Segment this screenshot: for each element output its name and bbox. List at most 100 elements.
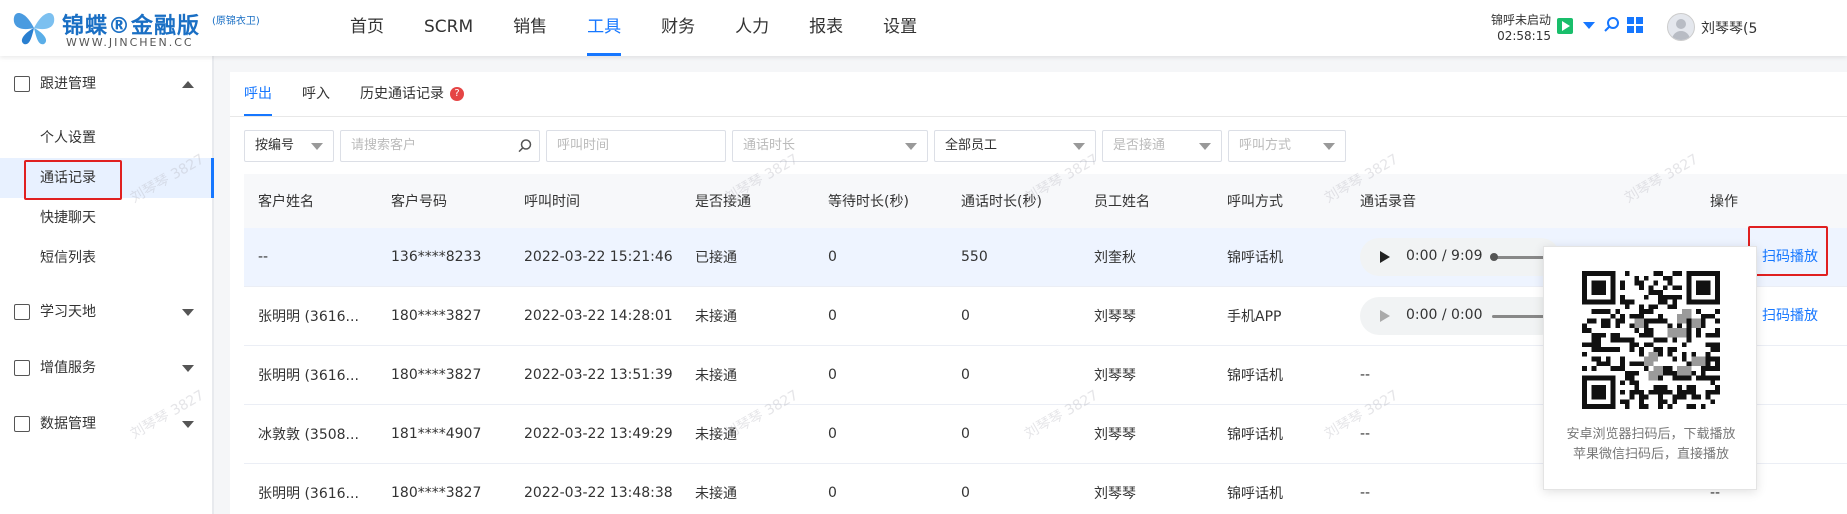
help-icon[interactable]: ? (450, 87, 464, 101)
play-icon[interactable] (1380, 310, 1390, 322)
customer-search-placeholder: 请搜索客户 (351, 138, 417, 153)
tab-outbound[interactable]: 呼出 (244, 72, 272, 116)
play-icon[interactable] (1380, 251, 1390, 263)
tab-inbound[interactable]: 呼入 (302, 72, 330, 116)
qr-code-icon (1582, 271, 1720, 409)
cell-phone: 180****3827 (391, 485, 482, 501)
apps-grid-icon[interactable] (1627, 17, 1643, 33)
column-header: 呼叫时间 (524, 194, 580, 210)
scan-play-link[interactable]: 扫码播放 (1762, 305, 1818, 325)
cell-call-time: 2022-03-22 14:28:01 (524, 308, 673, 324)
cell-duration: 0 (961, 308, 970, 324)
tab-bar: 呼出 呼入 历史通话记录? (244, 72, 494, 116)
cell-customer-name: 冰敦敦 (3508... (258, 427, 359, 443)
sidebar: 跟进管理 个人设置 通话记录 快捷聊天 短信列表 学习天地 增值服务 数据管理 (0, 56, 214, 514)
audio-player[interactable]: 0:00 / 9:09 (1360, 238, 1560, 276)
nav-tools[interactable]: 工具 (567, 0, 641, 56)
nav-finance[interactable]: 财务 (641, 0, 715, 56)
qr-popup: 安卓浏览器扫码后，下载播放 苹果微信扫码后，直接播放 (1543, 246, 1757, 490)
cell-employee: 刘奎秋 (1094, 250, 1136, 266)
employee-select[interactable]: 全部员工 (934, 130, 1096, 162)
popup-line-android: 安卓浏览器扫码后，下载播放 (1566, 427, 1736, 442)
sidebar-group-value-added[interactable]: 增值服务 (0, 340, 212, 396)
highlight-box-scan-play (1748, 226, 1828, 276)
document-icon (14, 76, 30, 92)
call-time-placeholder: 呼叫时间 (557, 138, 610, 153)
sidebar-group-label: 跟进管理 (40, 76, 96, 92)
cell-call-mode: 手机APP (1227, 309, 1282, 325)
search-icon[interactable] (1603, 16, 1621, 34)
cell-phone: 180****3827 (391, 367, 482, 383)
start-call-icon[interactable] (1557, 18, 1573, 34)
logo[interactable]: 锦蝶®金融版 (原锦衣卫) WWW.JINCHEN.CC (10, 6, 260, 50)
audio-time: 0:00 / 0:00 (1406, 307, 1483, 323)
header-tools: 锦呼未启动 02:58:15 刘琴琴(5 (1457, 0, 1847, 56)
call-status-time: 02:58:15 (1497, 29, 1551, 43)
cell-call-time: 2022-03-22 13:49:29 (524, 426, 673, 442)
sidebar-item-sms-list[interactable]: 短信列表 (0, 238, 212, 278)
cell-call-time: 2022-03-22 13:48:38 (524, 485, 673, 501)
cell-customer-name: -- (258, 249, 269, 265)
column-header: 是否接通 (695, 194, 751, 210)
cell-customer-name: 张明明 (3616... (258, 309, 359, 325)
cell-duration: 0 (961, 485, 970, 501)
duration-select[interactable]: 通话时长 (732, 130, 928, 162)
cell-employee: 刘琴琴 (1094, 309, 1136, 325)
nav-home[interactable]: 首页 (330, 0, 404, 56)
sidebar-item-personal-settings[interactable]: 个人设置 (0, 118, 212, 158)
call-mode-select[interactable]: 呼叫方式 (1228, 130, 1346, 162)
column-header: 客户号码 (391, 194, 447, 210)
sidebar-item-quick-chat[interactable]: 快捷聊天 (0, 198, 212, 238)
employee-value: 全部员工 (945, 138, 998, 153)
chevron-down-icon (311, 143, 323, 150)
cell-connected: 未接通 (695, 309, 737, 325)
avatar[interactable] (1667, 13, 1695, 41)
search-type-select[interactable]: 按编号 (244, 130, 334, 162)
customer-search-input[interactable]: 请搜索客户 (340, 130, 540, 162)
nav-hr[interactable]: 人力 (715, 0, 789, 56)
audio-progress-handle[interactable] (1490, 253, 1498, 261)
cell-wait: 0 (828, 249, 837, 265)
sidebar-group-label: 学习天地 (40, 304, 96, 320)
audio-player[interactable]: 0:00 / 0:00 (1360, 297, 1560, 335)
gift-icon (14, 360, 30, 376)
tab-history[interactable]: 历史通话记录? (360, 72, 464, 116)
chevron-down-icon (905, 143, 917, 150)
cell-duration: 550 (961, 249, 988, 265)
chevron-down-icon[interactable] (1583, 22, 1595, 29)
cell-phone: 136****8233 (391, 249, 482, 265)
cell-wait: 0 (828, 426, 837, 442)
cell-employee: 刘琴琴 (1094, 368, 1136, 384)
chevron-down-icon (182, 421, 194, 428)
search-icon[interactable] (517, 138, 533, 154)
cell-wait: 0 (828, 485, 837, 501)
chevron-down-icon (1199, 143, 1211, 150)
user-name[interactable]: 刘琴琴(5 (1701, 18, 1757, 38)
column-header: 客户姓名 (258, 194, 314, 210)
cell-phone: 180****3827 (391, 308, 482, 324)
cell-customer-name: 张明明 (3616... (258, 486, 359, 502)
nav-sales[interactable]: 销售 (493, 0, 567, 56)
column-header: 通话时长(秒) (961, 194, 1042, 210)
nav-scrm[interactable]: SCRM (404, 0, 493, 56)
cell-call-mode: 锦呼话机 (1227, 250, 1283, 266)
cell-call-mode: 锦呼话机 (1227, 368, 1283, 384)
cell-call-mode: 锦呼话机 (1227, 427, 1283, 443)
column-header: 操作 (1710, 194, 1738, 210)
connected-select[interactable]: 是否接通 (1102, 130, 1222, 162)
sidebar-group-label: 增值服务 (40, 360, 96, 376)
connected-placeholder: 是否接通 (1113, 138, 1166, 153)
logo-url: WWW.JINCHEN.CC (66, 36, 194, 49)
column-header: 呼叫方式 (1227, 194, 1283, 210)
call-time-picker[interactable]: 呼叫时间 (546, 130, 726, 162)
call-mode-placeholder: 呼叫方式 (1239, 138, 1292, 153)
search-type-value: 按编号 (255, 138, 295, 153)
book-icon (14, 304, 30, 320)
nav-reports[interactable]: 报表 (789, 0, 863, 56)
nav-settings[interactable]: 设置 (863, 0, 937, 56)
sidebar-group-follow-up[interactable]: 跟进管理 (0, 56, 212, 112)
chevron-up-icon (182, 81, 194, 88)
sidebar-group-learning[interactable]: 学习天地 (0, 284, 212, 340)
sidebar-group-data[interactable]: 数据管理 (0, 396, 212, 452)
tab-history-label: 历史通话记录 (360, 86, 444, 102)
